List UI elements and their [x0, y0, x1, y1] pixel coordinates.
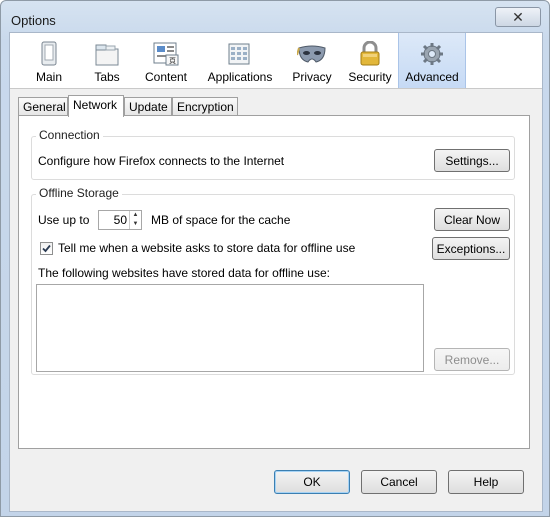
tab-general-label: General — [23, 100, 66, 114]
exceptions-button[interactable]: Exceptions... — [432, 237, 510, 260]
cache-size-stepper[interactable]: 50 ▲ ▼ — [98, 210, 142, 230]
stepper-up-icon[interactable]: ▲ — [130, 211, 141, 220]
pane-security[interactable]: Security — [344, 33, 396, 88]
pane-tabs-label: Tabs — [94, 70, 120, 84]
padlock-icon — [360, 41, 380, 66]
content-icon: 頁 — [153, 42, 179, 66]
window-title: Options — [11, 13, 56, 28]
pane-applications[interactable]: Applications — [200, 33, 280, 88]
cache-size-value: 50 — [113, 213, 127, 227]
privacy-mask-icon — [297, 45, 326, 63]
tab-network-label: Network — [73, 98, 118, 112]
pane-advanced[interactable]: Advanced — [398, 33, 466, 88]
help-button[interactable]: Help — [448, 470, 524, 494]
pane-privacy-label: Privacy — [292, 70, 332, 84]
settings-button-label: Settings... — [445, 153, 499, 168]
clear-now-button-label: Clear Now — [443, 212, 500, 227]
tell-me-checkbox[interactable] — [40, 242, 53, 255]
offline-websites-list[interactable] — [36, 284, 424, 372]
tell-me-label[interactable]: Tell me when a website asks to store dat… — [58, 241, 355, 255]
pane-content-label: Content — [144, 70, 188, 84]
stepper-down-icon[interactable]: ▼ — [130, 220, 141, 229]
tabs-icon — [95, 44, 119, 66]
applications-icon — [228, 43, 250, 65]
close-icon: ✕ — [512, 8, 524, 25]
tab-network[interactable]: Network — [68, 95, 124, 117]
pane-main[interactable]: Main — [24, 33, 74, 88]
offline-storage-group: Offline Storage Use up to 50 ▲ ▼ MB of s… — [31, 186, 515, 375]
clear-now-button[interactable]: Clear Now — [434, 208, 510, 231]
close-button[interactable]: ✕ — [495, 7, 541, 27]
cancel-button[interactable]: Cancel — [361, 470, 437, 494]
tab-update-label: Update — [129, 100, 168, 114]
remove-button-label: Remove... — [444, 352, 500, 367]
ok-button-label: OK — [303, 475, 321, 489]
network-panel: Connection Configure how Firefox connect… — [18, 115, 530, 449]
pane-main-label: Main — [35, 70, 62, 84]
websites-label: The following websites have stored data … — [38, 266, 330, 280]
use-up-to-label: Use up to — [38, 213, 90, 227]
connection-description: Configure how Firefox connects to the In… — [38, 154, 285, 168]
exceptions-button-label: Exceptions... — [436, 241, 506, 256]
connection-group: Connection Configure how Firefox connect… — [31, 128, 515, 180]
tab-encryption-label: Encryption — [177, 100, 234, 114]
tab-update[interactable]: Update — [124, 97, 172, 115]
options-window: Options ✕ Main Tabs 頁 Content Applicatio… — [0, 0, 550, 517]
tab-general[interactable]: General — [18, 97, 68, 115]
cache-suffix-label: MB of space for the cache — [151, 213, 291, 227]
svg-text:頁: 頁 — [169, 57, 176, 65]
pane-toolbar: Main Tabs 頁 Content Applications Privacy… — [10, 33, 542, 89]
help-button-label: Help — [473, 475, 499, 489]
remove-button[interactable]: Remove... — [434, 348, 510, 371]
pane-tabs[interactable]: Tabs — [82, 33, 132, 88]
pane-privacy[interactable]: Privacy — [286, 33, 338, 88]
dialog-client: Main Tabs 頁 Content Applications Privacy… — [9, 32, 543, 512]
ok-button[interactable]: OK — [274, 470, 350, 494]
main-icon — [41, 41, 57, 66]
connection-legend: Connection — [36, 128, 103, 142]
tab-encryption[interactable]: Encryption — [172, 97, 238, 115]
offline-storage-legend: Offline Storage — [36, 186, 122, 200]
pane-security-label: Security — [348, 70, 392, 84]
pane-advanced-label: Advanced — [405, 70, 459, 84]
pane-applications-label: Applications — [207, 70, 273, 84]
stepper-arrows[interactable]: ▲ ▼ — [129, 211, 141, 229]
settings-button[interactable]: Settings... — [434, 149, 510, 172]
gear-icon — [421, 43, 443, 65]
cancel-button-label: Cancel — [380, 475, 418, 489]
checkmark-icon — [42, 244, 51, 253]
pane-content[interactable]: 頁 Content — [138, 33, 194, 88]
